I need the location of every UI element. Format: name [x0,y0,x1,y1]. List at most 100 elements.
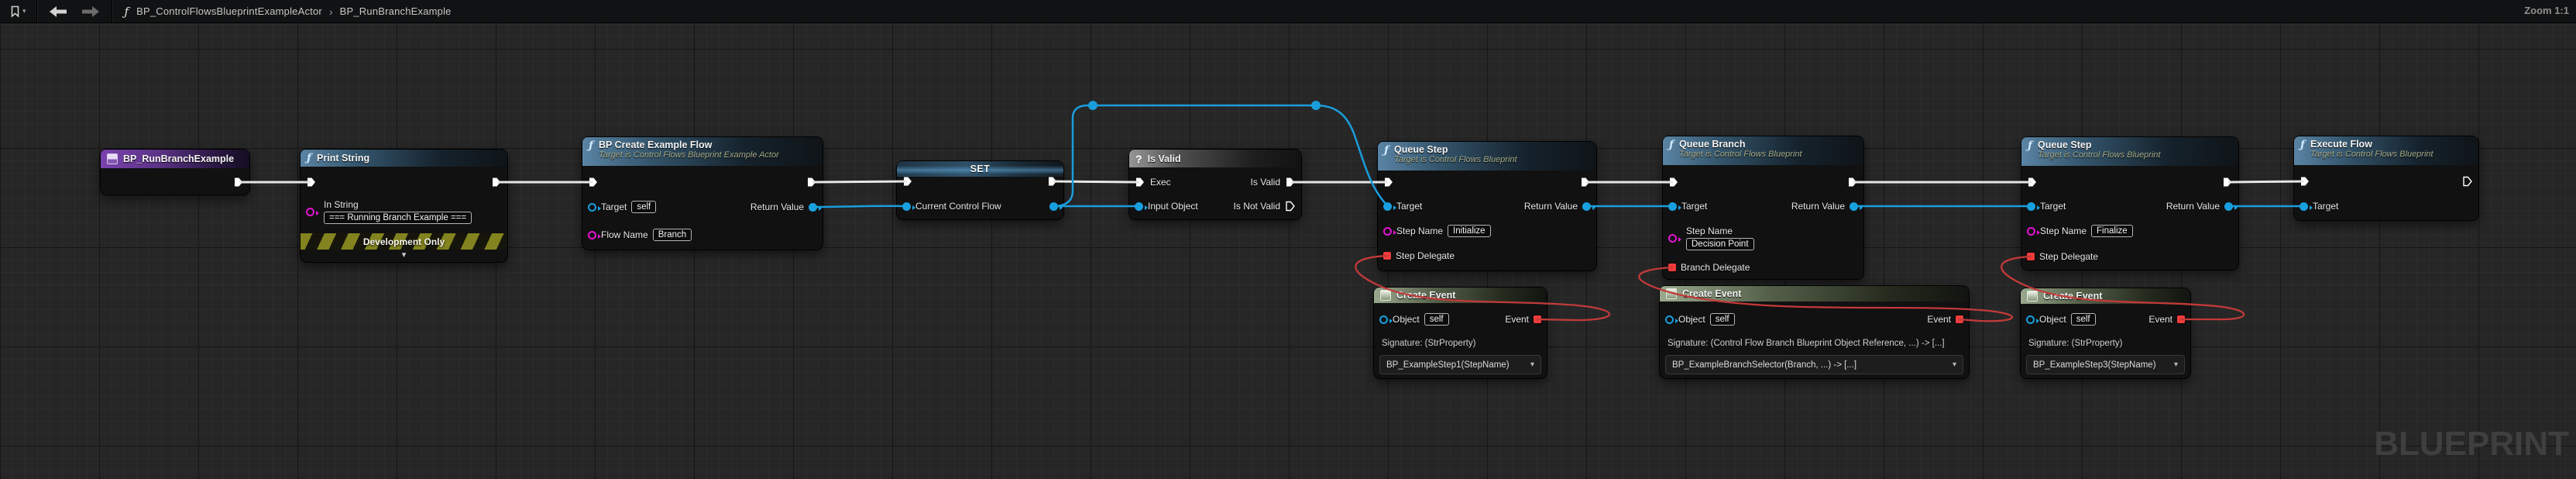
step-name-value-field[interactable]: Initialize [1448,225,1491,237]
is-valid-exec-output-pin[interactable] [1285,177,1296,188]
pin-label: Step Name [1686,226,1733,236]
step-delegate-pin[interactable] [1383,252,1391,260]
exec-input-pin[interactable] [1383,177,1394,188]
exec-input-pin[interactable] [902,176,913,187]
input-object-pin[interactable] [1135,202,1148,211]
branch-delegate-pin[interactable] [1668,264,1676,271]
chevron-down-icon: ▾ [1952,360,1956,369]
node-title: Create Event [1396,290,1456,301]
pin-label: Object [1393,314,1420,325]
pin-label: Is Not Valid [1233,201,1280,212]
object-value-field[interactable]: self [1709,313,1735,326]
function-icon: ƒ [307,152,312,164]
node-bp-create-example-flow[interactable]: ƒ BP Create Example Flow Target is Contr… [582,137,823,250]
step-delegate-pin[interactable] [2027,253,2035,260]
breadcrumb-parent[interactable]: BP_ControlFlowsBlueprintExampleActor [136,5,322,17]
exec-input-pin[interactable] [306,177,317,188]
return-value-output-pin[interactable] [809,202,822,212]
flow-name-input-pin[interactable] [588,230,601,239]
exec-output-pin[interactable] [1847,177,1858,188]
back-button[interactable] [49,5,67,17]
node-title: Create Event [2043,291,2103,302]
event-binding-dropdown[interactable]: BP_ExampleStep1(StepName) ▾ [1379,355,1541,374]
exec-input-pin[interactable] [1668,177,1679,188]
value-output-pin[interactable] [1049,202,1063,211]
exec-input-pin[interactable] [588,177,599,188]
step-name-value-field[interactable]: Finalize [2091,225,2133,237]
return-value-output-pin[interactable] [1850,202,1863,211]
bookmarks-button[interactable]: ▾ [6,0,30,22]
object-input-pin[interactable] [2026,315,2039,324]
target-input-pin[interactable] [1383,202,1396,211]
event-output-pin[interactable] [2177,315,2185,323]
target-input-pin[interactable] [2027,202,2040,211]
node-queue-branch[interactable]: ƒ Queue Branch Target is Control Flows B… [1663,136,1863,279]
pin-label: Step Name [2040,226,2087,236]
exec-output-pin[interactable] [806,177,817,188]
node-subtitle: Target is Control Flows Blueprint [1679,150,1802,159]
event-binding-dropdown[interactable]: BP_ExampleBranchSelector(Branch, ...) ->… [1665,355,1963,374]
object-input-pin[interactable] [1665,315,1678,324]
object-value-field[interactable]: self [1424,313,1449,326]
node-queue-step-finalize[interactable]: ƒ Queue Step Target is Control Flows Blu… [2021,137,2238,270]
signature-text: Signature: (StrProperty) [2028,339,2123,348]
chevron-down-icon: ▾ [1530,360,1534,369]
return-value-output-pin[interactable] [1582,202,1595,211]
node-create-event-step1[interactable]: Create Event Object self Event Signature… [1374,288,1547,378]
event-icon [1666,288,1677,299]
chevron-down-icon: ▾ [2173,360,2178,369]
node-title: BP Create Example Flow [599,140,713,150]
pin-label: Object [1678,314,1705,325]
target-value-field[interactable]: self [631,201,657,213]
exec-input-pin[interactable] [1135,177,1145,188]
string-input-pin[interactable] [306,207,319,216]
node-print-string[interactable]: ƒ Print String In String === Running Bra… [301,150,507,262]
node-execute-flow[interactable]: ƒ Execute Flow Target is Control Flows B… [2294,136,2478,220]
object-value-field[interactable]: self [2070,313,2096,326]
target-input-pin[interactable] [2300,202,2313,211]
target-input-pin[interactable] [1668,202,1681,211]
node-event-bp-runbranchexample[interactable]: BP_RunBranchExample [101,150,249,195]
event-output-pin[interactable] [1956,315,1963,323]
pin-label: Step Delegate [1396,250,1455,261]
pin-label: Step Name [1396,226,1444,236]
event-binding-dropdown[interactable]: BP_ExampleStep3(StepName) ▾ [2026,355,2185,374]
expand-advanced-chevron-icon[interactable]: ▾ [301,251,507,260]
event-output-pin[interactable] [1534,315,1541,323]
chevron-down-icon: ▾ [22,7,26,15]
return-value-output-pin[interactable] [2224,202,2238,211]
node-create-event-branch-selector[interactable]: Create Event Object self Event Signature… [1660,286,1969,378]
forward-button[interactable] [81,5,99,17]
exec-output-pin[interactable] [233,177,244,188]
exec-output-pin[interactable] [491,177,502,188]
node-create-event-step3[interactable]: Create Event Object self Event Signature… [2021,288,2190,378]
is-not-valid-exec-output-pin[interactable] [1285,201,1296,212]
step-name-input-pin[interactable] [1383,226,1396,236]
pin-label: Return Value [1523,201,1578,212]
exec-input-pin[interactable] [2300,176,2310,187]
pin-label: Event [2148,314,2172,325]
node-set-current-control-flow[interactable]: SET Current Control Flow [897,161,1063,219]
node-title: Print String [317,153,370,164]
exec-output-pin[interactable] [1047,176,1058,187]
object-input-pin[interactable] [1379,315,1393,324]
node-subtitle: Target is Control Flows Blueprint Exampl… [599,150,779,160]
node-is-valid[interactable]: ? Is Valid Exec Is Valid Input Object Is… [1129,150,1301,219]
exec-output-pin[interactable] [1580,177,1591,188]
breadcrumb-current[interactable]: BP_RunBranchExample [340,5,452,17]
flow-name-value-field[interactable]: Branch [652,229,692,241]
question-mark-icon: ? [1135,152,1142,165]
node-queue-step-initialize[interactable]: ƒ Queue Step Target is Control Flows Blu… [1378,142,1596,271]
value-input-pin[interactable] [902,202,915,211]
target-input-pin[interactable] [588,202,601,212]
step-name-input-pin[interactable] [2027,226,2040,236]
exec-output-pin[interactable] [2462,176,2473,187]
pin-label: In String [324,199,359,210]
step-name-value-field[interactable]: Decision Point [1686,238,1754,250]
exec-input-pin[interactable] [2027,177,2038,188]
node-title: Create Event [1682,288,1742,299]
in-string-value-field[interactable]: === Running Branch Example === [324,212,472,224]
blueprint-editor: { "toolbar": { "breadcrumb": { "parent":… [0,0,2576,479]
exec-output-pin[interactable] [2222,177,2233,188]
step-name-input-pin[interactable] [1668,233,1681,243]
